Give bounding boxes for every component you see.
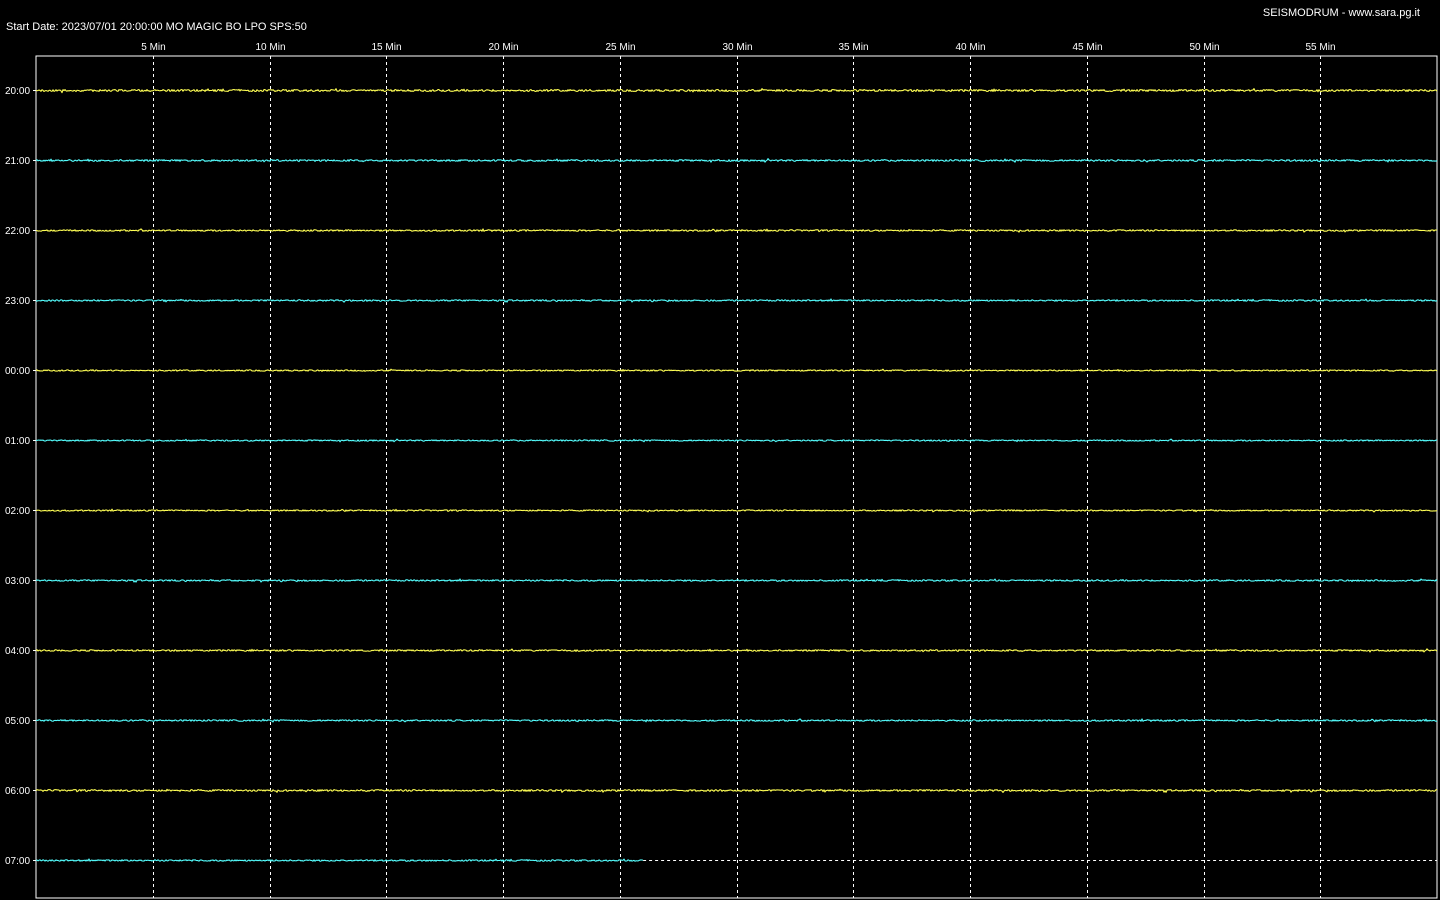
- trace-row: [35, 228, 1438, 233]
- x-tick-label: 30 Min: [722, 42, 752, 53]
- x-tick-label: 50 Min: [1189, 42, 1219, 53]
- row-label: 22:00: [5, 226, 30, 237]
- x-tick-label: 5 Min: [141, 42, 165, 53]
- trace-row: [35, 718, 1437, 723]
- trace-row: [35, 368, 1438, 372]
- x-tick-label: 45 Min: [1072, 42, 1102, 53]
- x-tick-label: 25 Min: [605, 42, 635, 53]
- trace-row: [35, 88, 1438, 94]
- row-label: 00:00: [5, 366, 30, 377]
- row-label: 07:00: [5, 856, 30, 867]
- row-label: 01:00: [5, 436, 30, 447]
- row-label: 23:00: [5, 296, 30, 307]
- row-label: 06:00: [5, 786, 30, 797]
- row-label: 20:00: [5, 86, 30, 97]
- x-tick-label: 15 Min: [371, 42, 401, 53]
- trace-row: [35, 438, 1438, 443]
- x-tick-label: 35 Min: [838, 42, 868, 53]
- row-label: 05:00: [5, 716, 30, 727]
- trace-row: [35, 508, 1438, 513]
- trace-layer: [35, 88, 1438, 862]
- x-tick-label: 55 Min: [1305, 42, 1335, 53]
- trace-row: [35, 298, 1438, 303]
- x-tick-label: 40 Min: [955, 42, 985, 53]
- trace-row: [35, 858, 644, 862]
- row-label: 04:00: [5, 646, 30, 657]
- trace-row: [35, 648, 1438, 653]
- row-label: 02:00: [5, 506, 30, 517]
- trace-row: [35, 158, 1438, 163]
- x-tick-label: 10 Min: [255, 42, 285, 53]
- trace-row: [35, 578, 1438, 583]
- seismogram-drum-chart: 5 Min 10 Min 15 Min 20 Min 25 Min 30 Min 35 Mi…: [5, 42, 1438, 899]
- x-tick-label: 20 Min: [488, 42, 518, 53]
- trace-row: [35, 788, 1438, 793]
- row-label: 03:00: [5, 576, 30, 587]
- plot-frame: [35, 55, 1438, 899]
- row-label: 21:00: [5, 156, 30, 167]
- label-layer: 5 Min 10 Min 15 Min 20 Min 25 Min 30 Min 35 Mi…: [5, 42, 1336, 867]
- grid-layer: [33, 55, 1438, 899]
